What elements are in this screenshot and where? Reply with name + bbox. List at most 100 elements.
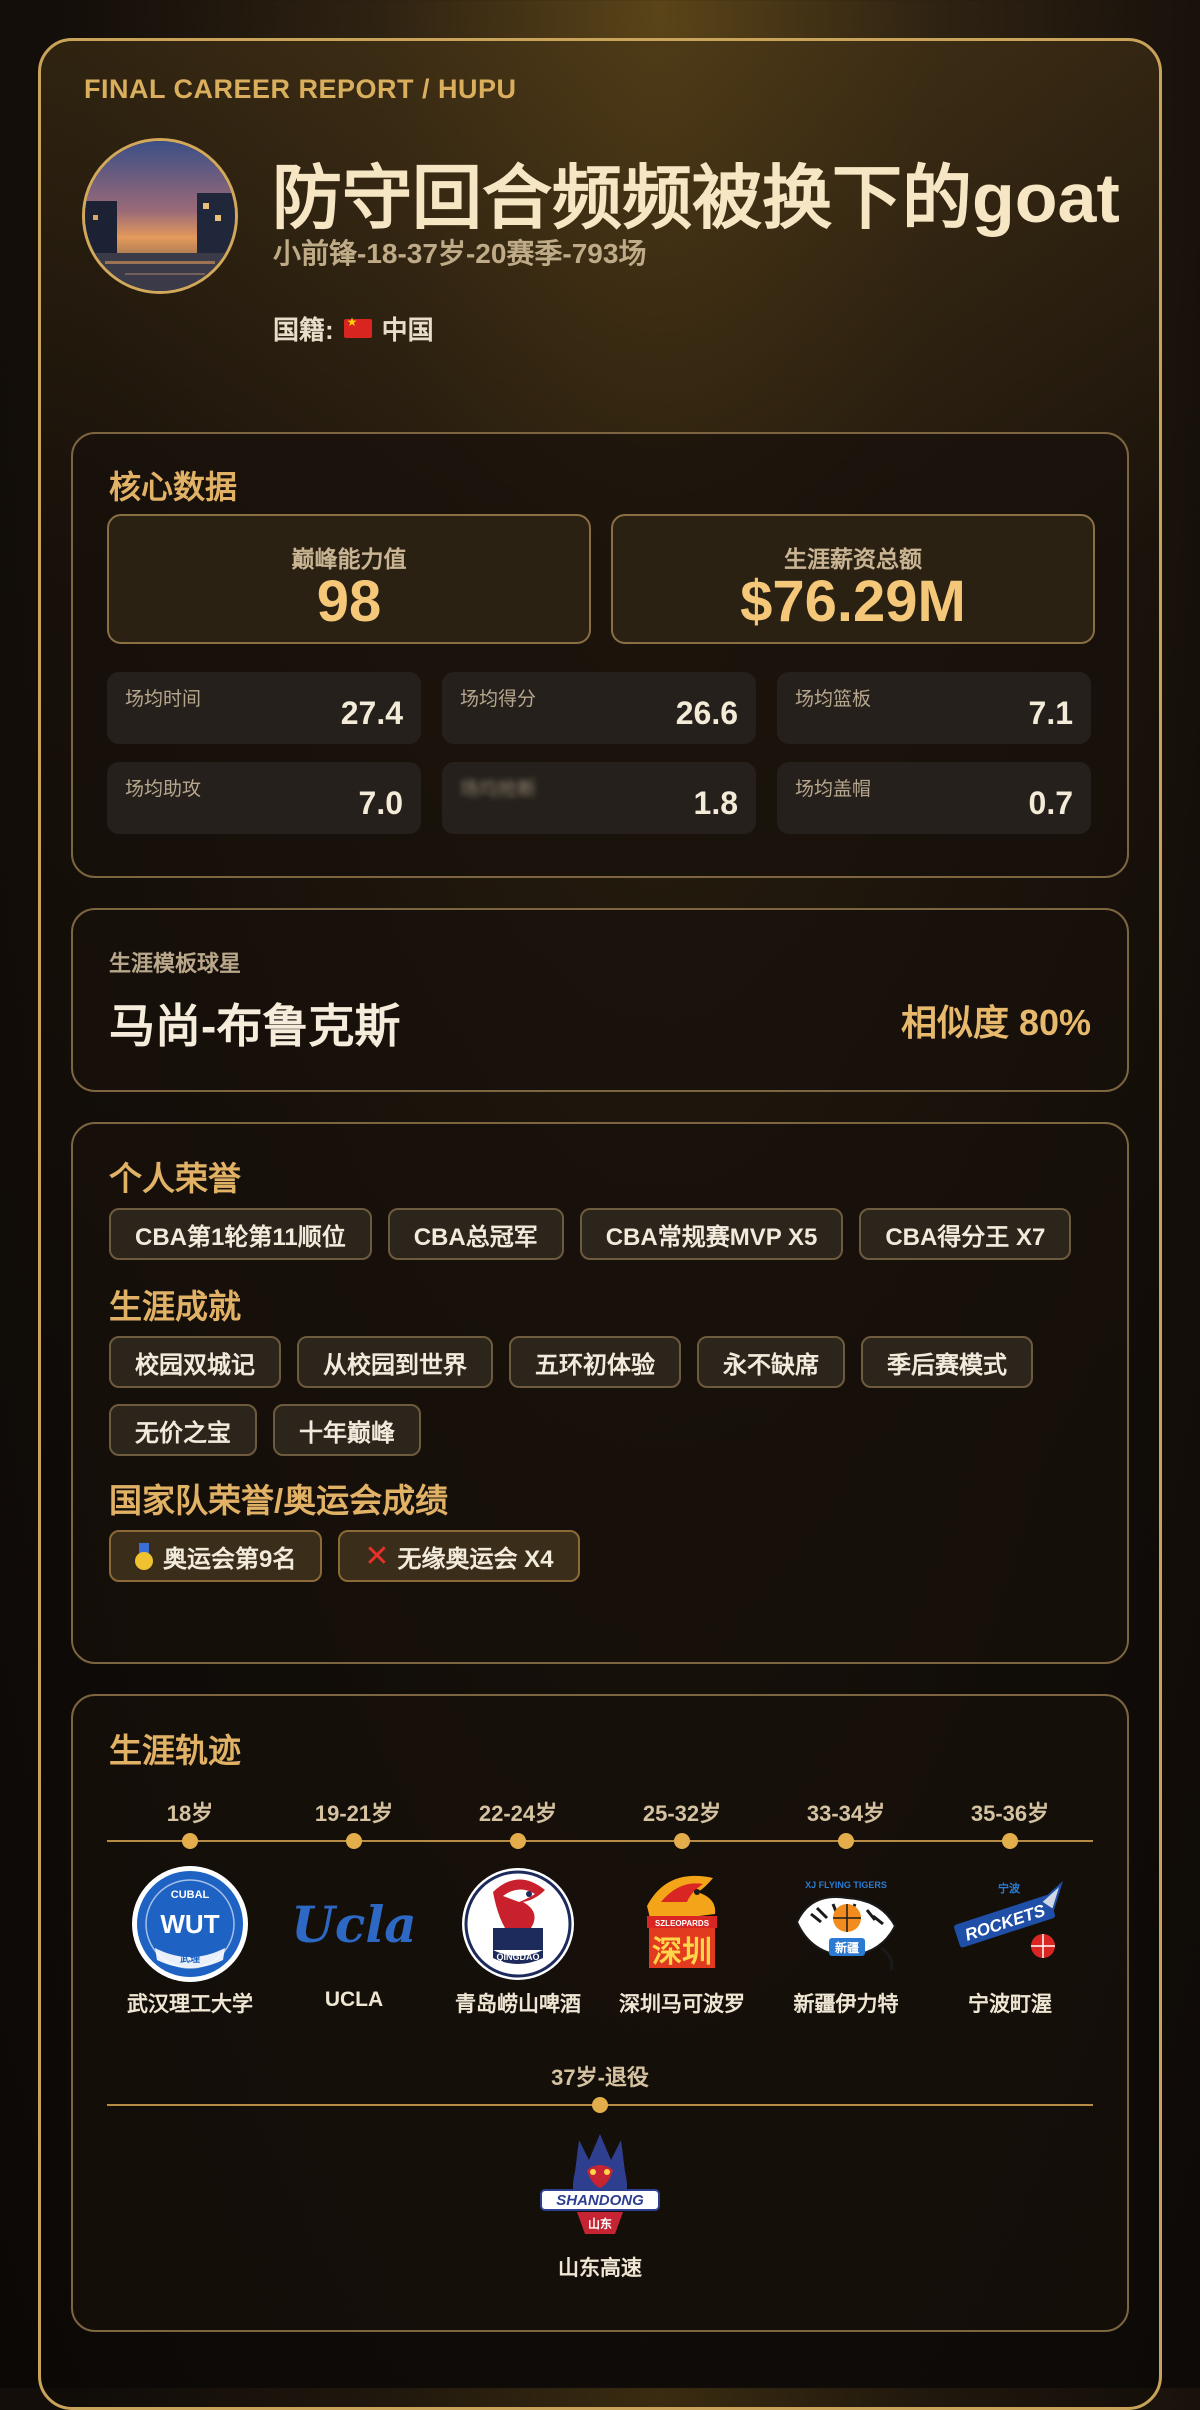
- nationality-label: 国籍:: [273, 315, 334, 345]
- honor-tag: CBA第1轮第11顺位: [109, 1208, 372, 1260]
- timeline-dot: [1002, 1833, 1018, 1849]
- stat-value: 27.4: [340, 695, 403, 731]
- stat-label: 场均助攻: [125, 779, 202, 800]
- personal-honors-list: CBA第1轮第11顺位 CBA总冠军 CBA常规赛MVP X5 CBA得分王 X…: [109, 1208, 1091, 1260]
- timeline-team: 山东高速: [558, 2257, 642, 2280]
- core-data-panel: 核心数据 巅峰能力值 98 生涯薪资总额 $76.29M 场均时间 27.4 场…: [71, 432, 1129, 878]
- achievement-tag: 永不缺席: [697, 1336, 845, 1388]
- stat-minutes: 场均时间 27.4: [107, 672, 421, 744]
- logo-text: QINGDAO: [496, 1952, 539, 1962]
- national-team-title: 国家队荣誉/奥运会成绩: [109, 1482, 449, 1519]
- timeline-dot: [182, 1833, 198, 1849]
- logo-text: SZLEOPARDS: [655, 1919, 710, 1928]
- honor-tag: CBA总冠军: [387, 1208, 564, 1260]
- cross-icon: ✕: [364, 1539, 390, 1573]
- logo-text: WUT: [160, 1909, 219, 1939]
- logo-text: 宁波: [998, 1881, 1021, 1895]
- timeline-age: 18岁: [166, 1801, 214, 1826]
- timeline-dot: [838, 1833, 854, 1849]
- stat-value: 0.7: [1028, 785, 1073, 821]
- stat-points: 场均得分 26.6: [442, 672, 756, 744]
- stat-value: 26.6: [675, 695, 738, 731]
- logo-text: Ucla: [291, 1895, 416, 1954]
- logo-text: XJ FLYING TIGERS: [805, 1880, 887, 1890]
- timeline-dot: [592, 2097, 608, 2113]
- china-flag-icon: [343, 315, 372, 338]
- achievement-tag: 季后赛模式: [861, 1336, 1033, 1388]
- honor-tag: CBA得分王 X7: [859, 1208, 1072, 1260]
- avatar: [82, 138, 238, 294]
- logo-text: SHANDONG: [556, 2192, 644, 2209]
- achievement-tag: 校园双城记: [109, 1336, 281, 1388]
- olympic-miss-tag: ✕ 无缘奥运会 X4: [338, 1530, 580, 1582]
- similarity-score: 相似度 80%: [900, 1002, 1091, 1043]
- honors-panel: 个人荣誉 CBA第1轮第11顺位 CBA总冠军 CBA常规赛MVP X5 CBA…: [71, 1122, 1129, 1664]
- core-data-title: 核心数据: [109, 469, 238, 505]
- national-team-list: 奥运会第9名 ✕ 无缘奥运会 X4: [109, 1530, 1091, 1582]
- report-kicker: FINAL CAREER REPORT / HUPU: [84, 74, 517, 104]
- timeline-age: 25-32岁: [642, 1801, 722, 1826]
- timeline-age: 19-21岁: [314, 1801, 394, 1826]
- stat-label: 场均得分: [460, 689, 537, 710]
- achievement-tag: 从校园到世界: [297, 1336, 493, 1388]
- achievements-list: 校园双城记 从校园到世界 五环初体验 永不缺席 季后赛模式 无价之宝 十年巅峰: [109, 1336, 1091, 1456]
- career-salary-box: 生涯薪资总额 $76.29M: [611, 514, 1095, 644]
- achievement-tag: 五环初体验: [509, 1336, 681, 1388]
- logo-text: 山东: [588, 2216, 612, 2231]
- timeline-team: UCLA: [324, 1988, 384, 2011]
- timeline-dot: [346, 1833, 362, 1849]
- stat-value: 1.8: [693, 785, 738, 821]
- achievement-tag: 无价之宝: [109, 1404, 257, 1456]
- ningbo-rockets-logo-icon: 宁波 ROCKETS: [945, 1862, 1075, 1986]
- timeline-team: 青岛崂山啤酒: [455, 1993, 581, 2016]
- peak-rating-value: 98: [316, 569, 382, 634]
- career-timeline-title: 生涯轨迹: [109, 1732, 241, 1769]
- stat-steals: 场均抢断 1.8: [442, 762, 756, 834]
- medal-icon: [135, 1543, 153, 1570]
- stat-label: 场均抢断: [460, 779, 537, 800]
- player-name: 防守回合频频被换下的goat: [272, 159, 1120, 237]
- olympic-result-text: 奥运会第9名: [163, 1545, 297, 1573]
- achievements-title: 生涯成就: [109, 1288, 241, 1325]
- qingdao-eagle-logo-icon: QINGDAO: [453, 1862, 583, 1986]
- achievement-tag: 十年巅峰: [273, 1404, 421, 1456]
- personal-honors-title: 个人荣誉: [109, 1160, 241, 1197]
- career-salary-value: $76.29M: [740, 569, 966, 634]
- career-timeline-panel: 生涯轨迹 18岁 CUBAL WUT 武理 武汉理工大学 19-21岁 Ucla…: [71, 1694, 1129, 2332]
- timeline-age: 22-24岁: [478, 1801, 558, 1826]
- timeline-team: 新疆伊力特: [793, 1993, 899, 2016]
- logo-text: CUBAL: [171, 1889, 210, 1901]
- shandong-dragon-logo-icon: SHANDONG 山东: [535, 2124, 665, 2248]
- logo-text: 深圳: [652, 1935, 712, 1970]
- honor-tag: CBA常规赛MVP X5: [579, 1208, 844, 1260]
- peak-rating-box: 巅峰能力值 98: [107, 514, 591, 644]
- olympic-result-tag: 奥运会第9名: [109, 1530, 323, 1582]
- nationality-row: 国籍: 中国: [273, 310, 434, 347]
- olympic-miss-text: 无缘奥运会 X4: [397, 1545, 554, 1573]
- stat-assists: 场均助攻 7.0: [107, 762, 421, 834]
- timeline-line: [107, 1840, 1093, 1842]
- timeline-dot: [510, 1833, 526, 1849]
- timeline-age: 33-34岁: [806, 1801, 886, 1826]
- timeline-team: 深圳马可波罗: [619, 1993, 745, 2016]
- template-player-label: 生涯模板球星: [109, 951, 242, 976]
- stat-value: 7.1: [1028, 695, 1073, 731]
- shenzhen-leopard-logo-icon: SZLEOPARDS 深圳: [617, 1862, 747, 1986]
- timeline-team: 武汉理工大学: [127, 1993, 253, 2016]
- stat-blocks: 场均盖帽 0.7: [777, 762, 1091, 834]
- wut-logo-icon: CUBAL WUT 武理: [125, 1862, 255, 1986]
- timeline-age: 35-36岁: [970, 1801, 1050, 1826]
- nationality-value: 中国: [381, 315, 434, 345]
- timeline-dot: [674, 1833, 690, 1849]
- stat-label: 场均盖帽: [795, 779, 872, 800]
- xinjiang-tiger-logo-icon: XJ FLYING TIGERS 新疆: [781, 1862, 911, 1986]
- player-subtitle: 小前锋-18-37岁-20赛季-793场: [273, 238, 647, 269]
- stat-value: 7.0: [358, 785, 403, 821]
- ucla-logo-icon: Ucla: [289, 1862, 419, 1986]
- logo-text: 武理: [180, 1952, 200, 1965]
- stat-rebounds: 场均篮板 7.1: [777, 672, 1091, 744]
- stat-label: 场均篮板: [795, 689, 872, 710]
- logo-text: 新疆: [835, 1940, 859, 1955]
- timeline-age: 37岁-退役: [551, 2065, 649, 2090]
- timeline-team: 宁波町渥: [968, 1993, 1052, 2016]
